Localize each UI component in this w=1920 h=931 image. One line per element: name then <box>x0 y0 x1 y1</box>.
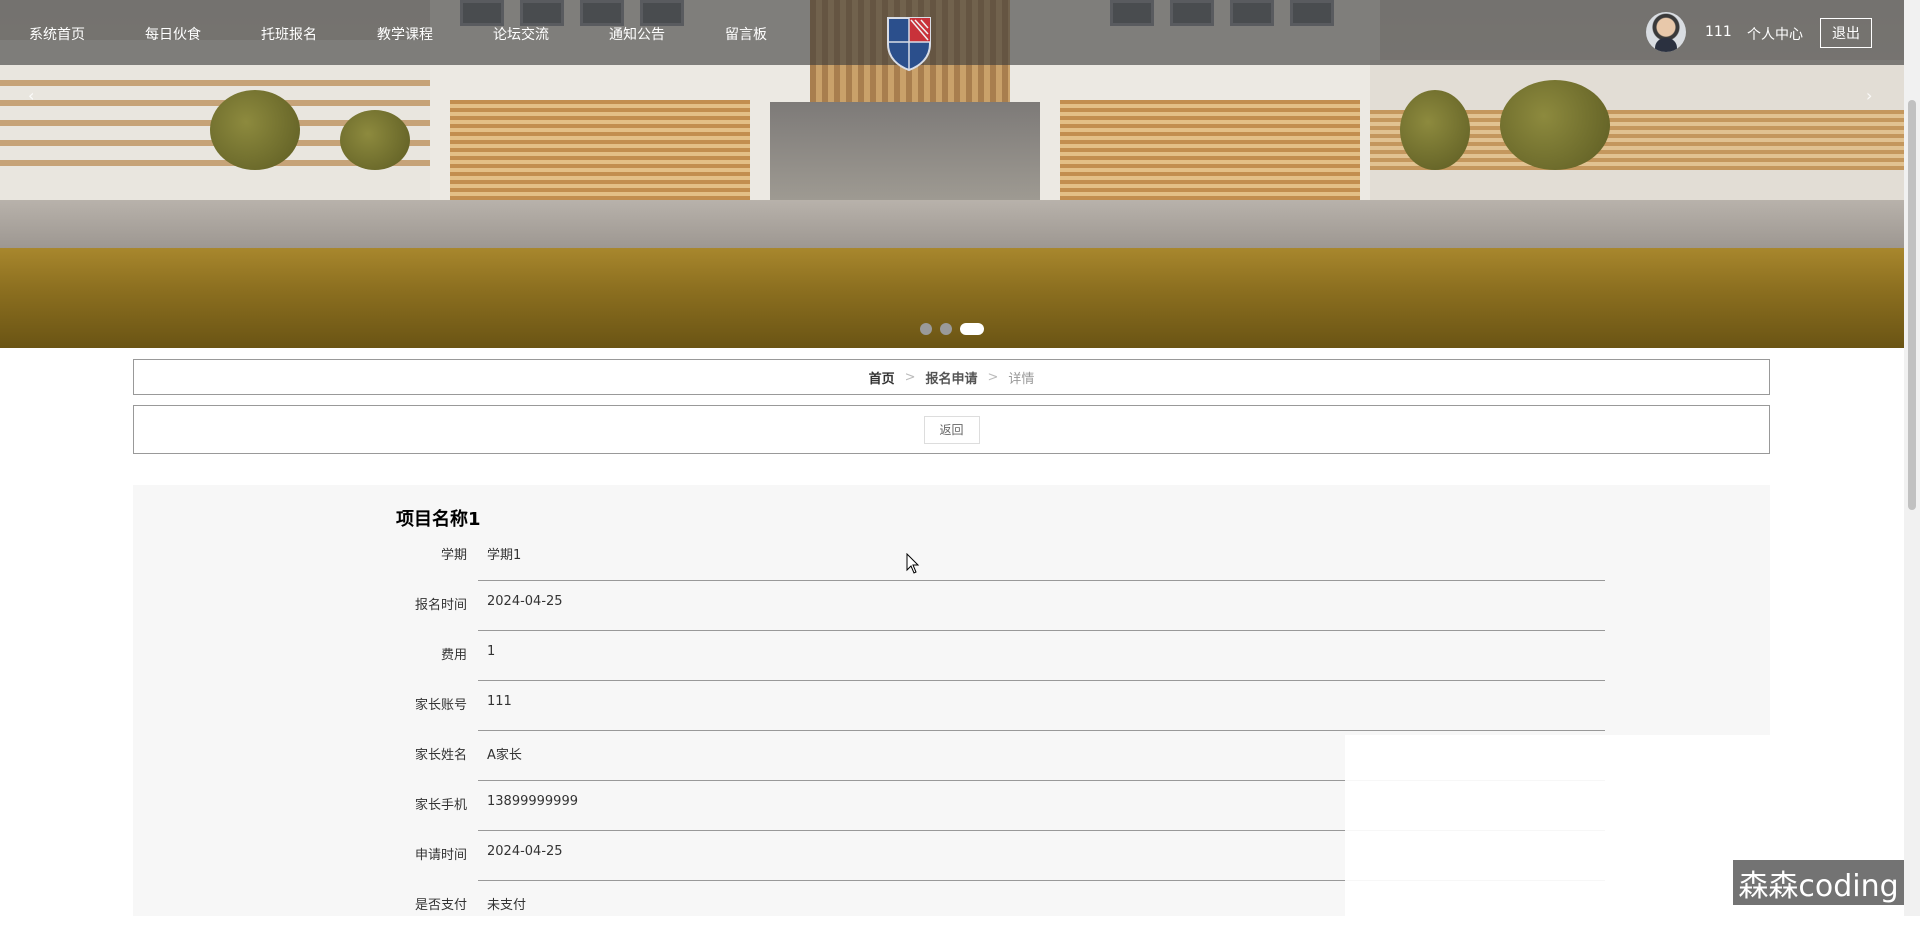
carousel-dots <box>920 323 984 335</box>
back-button[interactable]: 返回 <box>923 415 980 444</box>
breadcrumb-section[interactable]: 报名申请 <box>925 368 977 387</box>
detail-value: 未支付 <box>487 898 527 913</box>
carousel-dot-1[interactable] <box>920 323 932 335</box>
mouse-cursor-icon <box>906 553 920 574</box>
detail-label: 报名时间 <box>414 598 467 613</box>
detail-label: 是否支付 <box>414 898 467 913</box>
scrollbar-thumb[interactable] <box>1908 100 1916 510</box>
detail-row-term: 学期 学期1 <box>333 531 1605 581</box>
breadcrumb: 首页 > 报名申请 > 详情 <box>133 359 1770 395</box>
nav-courses[interactable]: 教学课程 <box>377 24 433 44</box>
detail-value: 学期1 <box>487 548 522 563</box>
nav-forum[interactable]: 论坛交流 <box>493 24 549 44</box>
breadcrumb-separator: > <box>904 369 916 385</box>
breadcrumb-current: 详情 <box>1008 371 1035 387</box>
back-bar: 返回 <box>133 405 1770 454</box>
banner-tree <box>1500 80 1610 170</box>
banner-tree <box>340 110 410 170</box>
detail-label: 家长账号 <box>414 698 467 713</box>
user-avatar[interactable] <box>1646 12 1686 52</box>
breadcrumb-separator: > <box>987 369 999 385</box>
school-logo-icon <box>887 17 931 72</box>
detail-label: 申请时间 <box>414 848 467 863</box>
detail-value: 111 <box>487 694 512 709</box>
banner-tree <box>1400 90 1470 170</box>
detail-value: 13899999999 <box>487 794 578 809</box>
carousel-dot-2[interactable] <box>940 323 952 335</box>
nav-message-board[interactable]: 留言板 <box>725 24 767 44</box>
detail-label: 费用 <box>440 648 467 663</box>
carousel-next-icon[interactable]: › <box>1866 86 1872 105</box>
page-scrollbar[interactable] <box>1904 0 1920 916</box>
detail-row-parent-account: 家长账号 111 <box>333 681 1605 731</box>
blurred-overlay <box>1345 735 1775 916</box>
nav-enrollment[interactable]: 托班报名 <box>261 24 317 44</box>
banner-road <box>0 200 1904 250</box>
banner-tree <box>210 90 300 170</box>
nav-home[interactable]: 系统首页 <box>29 24 85 44</box>
detail-row-enroll-time: 报名时间 2024-04-25 <box>333 581 1605 631</box>
nav-notices[interactable]: 通知公告 <box>609 24 665 44</box>
carousel-dot-3[interactable] <box>960 323 984 335</box>
detail-label: 家长姓名 <box>414 748 467 763</box>
user-center-link[interactable]: 个人中心 <box>1747 24 1803 44</box>
detail-value: A家长 <box>487 748 522 763</box>
carousel-prev-icon[interactable]: ‹ <box>28 86 34 105</box>
detail-label: 学期 <box>440 548 467 563</box>
detail-value: 2024-04-25 <box>487 594 563 609</box>
detail-value: 1 <box>487 644 496 659</box>
watermark: 森森coding <box>1733 860 1904 905</box>
detail-title: 项目名称1 <box>396 509 481 530</box>
top-nav: 系统首页 每日伙食 托班报名 教学课程 论坛交流 通知公告 留言板 111 个人… <box>0 0 1904 72</box>
user-name: 111 <box>1705 24 1732 40</box>
detail-label: 家长手机 <box>414 798 467 813</box>
logout-button[interactable]: 退出 <box>1820 18 1872 48</box>
nav-daily-meals[interactable]: 每日伙食 <box>145 24 201 44</box>
detail-row-fee: 费用 1 <box>333 631 1605 681</box>
detail-value: 2024-04-25 <box>487 844 563 859</box>
breadcrumb-home[interactable]: 首页 <box>869 368 895 387</box>
